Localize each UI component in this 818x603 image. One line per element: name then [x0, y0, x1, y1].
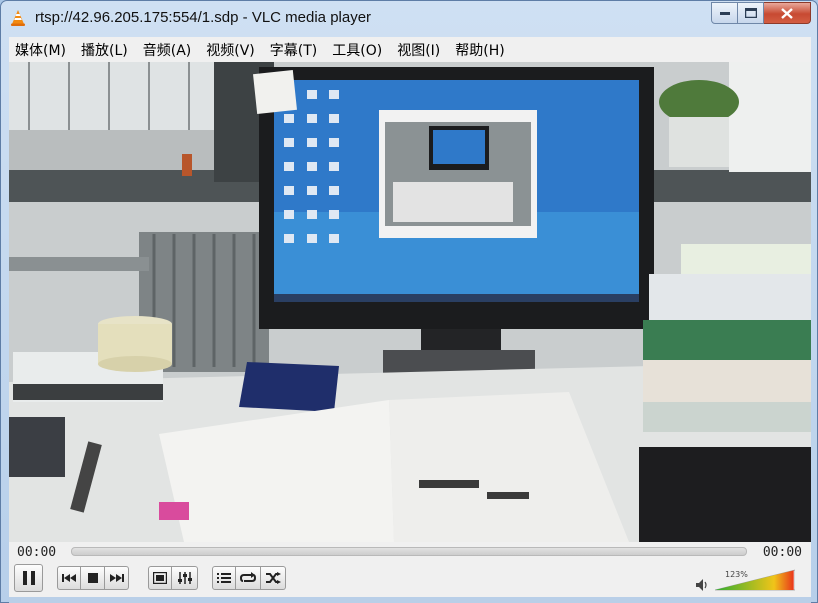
- menu-subtitle[interactable]: 字幕(T): [270, 40, 317, 60]
- shuffle-button[interactable]: [261, 566, 286, 590]
- volume-slider[interactable]: [715, 569, 795, 591]
- next-button[interactable]: [105, 566, 129, 590]
- minimize-icon: [719, 12, 730, 15]
- window-controls: [711, 2, 811, 24]
- extended-settings-icon: [177, 572, 192, 584]
- total-time: 00:00: [762, 545, 802, 560]
- stop-icon: [87, 573, 98, 583]
- loop-button[interactable]: [236, 566, 261, 590]
- playlist-button[interactable]: [212, 566, 236, 590]
- minimize-button[interactable]: [711, 2, 738, 24]
- elapsed-time: 00:00: [17, 545, 57, 560]
- title-bar[interactable]: rtsp://42.96.205.175:554/1.sdp - VLC med…: [1, 1, 817, 37]
- control-panel: 00:00 00:00 123%: [9, 542, 811, 597]
- menu-audio[interactable]: 音频(A): [143, 40, 192, 60]
- speaker-icon[interactable]: [695, 578, 709, 592]
- menu-video[interactable]: 视频(V): [206, 40, 255, 60]
- shuffle-icon: [266, 572, 281, 584]
- video-area[interactable]: [9, 62, 811, 542]
- previous-button[interactable]: [57, 566, 81, 590]
- menu-media[interactable]: 媒体(M): [15, 40, 66, 60]
- vlc-cone-icon: [11, 10, 25, 26]
- pause-icon: [22, 571, 35, 585]
- menu-tools[interactable]: 工具(O): [332, 40, 382, 60]
- vlc-window: rtsp://42.96.205.175:554/1.sdp - VLC med…: [0, 0, 818, 603]
- menu-bar: 媒体(M) 播放(L) 音频(A) 视频(V) 字幕(T) 工具(O) 视图(I…: [9, 37, 811, 62]
- maximize-icon: [744, 8, 757, 18]
- menu-view[interactable]: 视图(I): [397, 40, 440, 60]
- seek-slider[interactable]: [71, 547, 747, 556]
- extended-settings-button[interactable]: [172, 566, 198, 590]
- video-frame-image: [9, 62, 811, 542]
- stop-button[interactable]: [81, 566, 105, 590]
- maximize-button[interactable]: [738, 2, 764, 24]
- fullscreen-button[interactable]: [148, 566, 172, 590]
- close-icon: [781, 7, 793, 19]
- pause-button[interactable]: [14, 564, 43, 592]
- close-button[interactable]: [764, 2, 811, 24]
- playlist-icon: [217, 573, 231, 583]
- menu-help[interactable]: 帮助(H): [455, 40, 504, 60]
- fullscreen-icon: [153, 572, 167, 584]
- window-title: rtsp://42.96.205.175:554/1.sdp - VLC med…: [35, 9, 372, 26]
- next-icon: [109, 574, 124, 582]
- loop-icon: [240, 572, 256, 582]
- previous-icon: [62, 574, 76, 582]
- menu-playback[interactable]: 播放(L): [81, 40, 128, 60]
- status-bar: [9, 597, 811, 603]
